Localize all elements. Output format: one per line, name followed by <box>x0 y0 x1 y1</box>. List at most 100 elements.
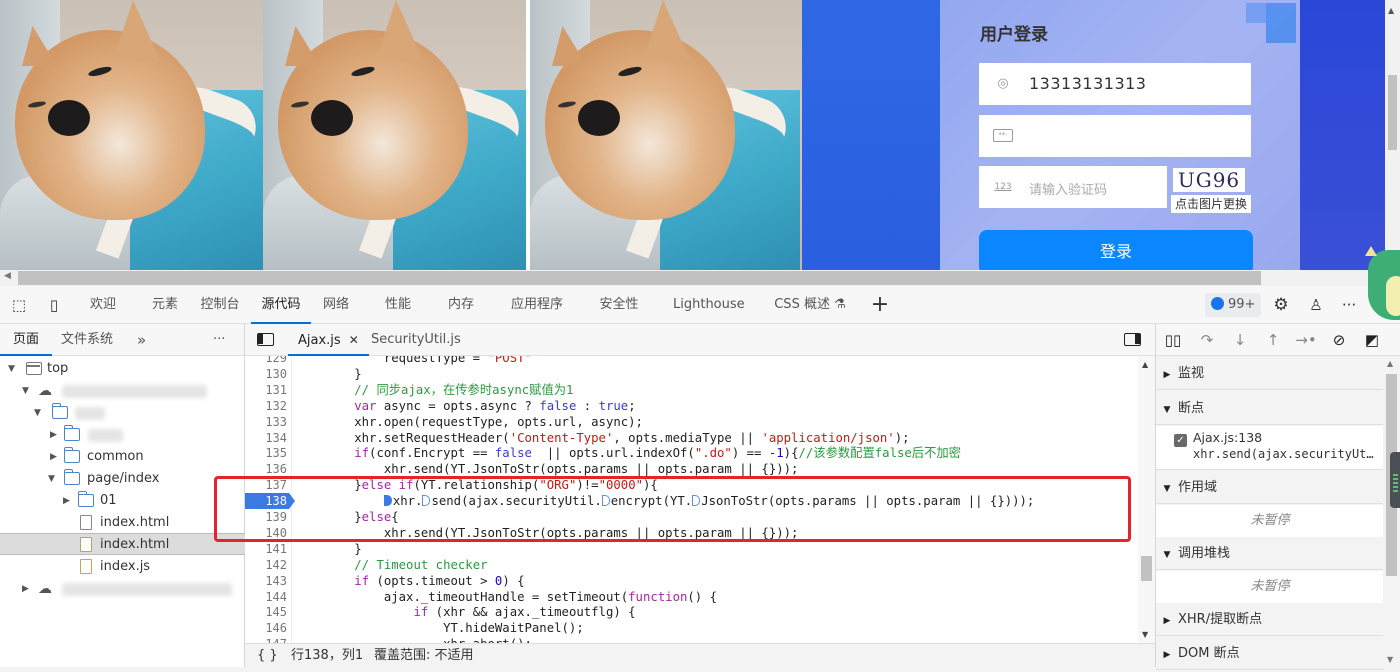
tab-console[interactable]: 控制台 <box>200 286 240 324</box>
scroll-down-icon[interactable]: ▼ <box>1387 655 1393 664</box>
line-number[interactable]: 134 <box>245 430 287 446</box>
code-line[interactable]: 129 requestType = "POST" <box>245 356 1138 366</box>
code-line[interactable]: 140 xhr.send(YT.JsonToStr(opts.params ||… <box>245 525 1138 541</box>
tree-item-top[interactable]: ▼ top <box>0 358 245 380</box>
tab-css-overview[interactable]: CSS 概述 ⚗ <box>774 286 846 324</box>
tab-network[interactable]: 网络 <box>322 286 350 324</box>
section-dom-breakpoints[interactable]: ▶ DOM 断点 <box>1156 637 1384 670</box>
close-tab-icon[interactable]: ✕ <box>349 333 359 347</box>
section-call-stack[interactable]: ▼ 调用堆栈 <box>1156 537 1384 570</box>
code-line[interactable]: 138 xhr. send(ajax.securityUtil. encrypt(Y… <box>245 493 1138 510</box>
tab-application[interactable]: 应用程序 <box>509 286 565 324</box>
tab-page[interactable]: 页面 <box>0 324 53 356</box>
code-line[interactable]: 134 xhr.setRequestHeader('Content-Type',… <box>245 430 1138 446</box>
code-line[interactable]: 144 ajax._timeoutHandle = setTimeout(fun… <box>245 589 1138 605</box>
code-area[interactable]: 129 requestType = "POST" 130 } 131 // 同步aj… <box>245 356 1138 643</box>
code-line[interactable]: 136 xhr.send(YT.JsonToStr(opts.params ||… <box>245 461 1138 477</box>
line-number[interactable]: 135 <box>245 445 287 461</box>
tree-item-common[interactable]: ▶ common <box>0 446 245 468</box>
line-number[interactable]: 145 <box>245 604 287 620</box>
line-number[interactable]: 141 <box>245 541 287 557</box>
tree-item-index-html[interactable]: index.html <box>0 512 245 534</box>
code-line[interactable]: 137 }else if(YT.relationship("ORG")!="00… <box>245 477 1138 493</box>
code-line[interactable]: 147 xhr.abort(); <box>245 636 1138 643</box>
expand-arrow-icon[interactable]: ▼ <box>8 358 15 380</box>
code-line[interactable]: 141 } <box>245 541 1138 557</box>
captcha-refresh-hint[interactable]: 点击图片更换 <box>1171 195 1251 213</box>
line-number[interactable]: 147 <box>245 636 287 643</box>
line-number[interactable]: 137 <box>245 477 287 493</box>
code-line[interactable]: 130 } <box>245 366 1138 382</box>
line-number[interactable]: 133 <box>245 414 287 430</box>
side-widget-handle[interactable] <box>1390 452 1400 508</box>
code-line[interactable]: 135 if(conf.Encrypt == false || opts.url… <box>245 445 1138 461</box>
scroll-left-icon[interactable]: ◀ <box>4 271 11 281</box>
tree-item-01[interactable]: ▶ 01 <box>0 490 245 512</box>
toggle-navigator-icon[interactable] <box>257 333 274 346</box>
line-number[interactable]: 132 <box>245 398 287 414</box>
tab-securityutil-js[interactable]: SecurityUtil.js <box>371 324 461 356</box>
tab-ajax-js[interactable]: Ajax.js ✕ <box>288 324 369 356</box>
tree-item-page-index[interactable]: ▼ page/index <box>0 468 245 490</box>
captcha-field[interactable]: 123 请输入验证码 <box>979 166 1167 208</box>
pause-resume-icon[interactable]: ▯▯ <box>1162 330 1184 350</box>
inline-breakpoint-icon[interactable] <box>692 495 701 507</box>
scrollbar-thumb[interactable] <box>18 271 1261 285</box>
scroll-up-icon[interactable]: ▲ <box>1142 360 1148 369</box>
expand-arrow-icon[interactable]: ▼ <box>22 380 29 402</box>
page-vertical-scrollbar[interactable]: ▲ <box>1385 0 1400 270</box>
breakpoint-line-number[interactable]: 138 <box>245 493 295 510</box>
gear-icon[interactable]: ⚙ <box>1271 295 1291 315</box>
feedback-icon[interactable]: ♙ <box>1306 295 1326 315</box>
navigator-menu-icon[interactable]: ··· <box>213 324 225 356</box>
collapse-arrow-icon[interactable]: ▶ <box>50 424 57 446</box>
device-emulation-icon[interactable]: ▯ <box>44 295 64 315</box>
editor-vertical-scrollbar[interactable]: ▲ ▼ <box>1138 356 1155 643</box>
line-number[interactable]: 144 <box>245 589 287 605</box>
step-out-icon[interactable]: ↑ <box>1262 330 1284 350</box>
page-horizontal-scrollbar[interactable]: ◀ <box>0 270 1400 286</box>
pretty-print-button[interactable]: { } <box>257 644 278 668</box>
section-watch[interactable]: ▶ 监视 <box>1156 357 1384 390</box>
section-scope[interactable]: ▼ 作用域 <box>1156 471 1384 504</box>
code-line[interactable]: 133 xhr.open(requestType, opts.url, asyn… <box>245 414 1138 430</box>
section-breakpoints[interactable]: ▼ 断点 <box>1156 392 1384 425</box>
collapse-arrow-icon[interactable]: ▶ <box>22 578 29 600</box>
expand-arrow-icon[interactable]: ▼ <box>48 468 55 490</box>
pause-on-exceptions-icon[interactable]: ◩ <box>1361 330 1383 350</box>
tab-elements[interactable]: 元素 <box>151 286 179 324</box>
scrollbar-thumb[interactable] <box>1388 75 1397 150</box>
line-number[interactable]: 140 <box>245 525 287 541</box>
username-field[interactable]: ◎ 13313131313 <box>979 63 1251 105</box>
tab-sources[interactable]: 源代码 <box>251 286 311 324</box>
toggle-debugger-icon[interactable] <box>1124 333 1141 346</box>
line-number[interactable]: 143 <box>245 573 287 589</box>
tree-item-folder[interactable]: ▶ <box>0 424 245 446</box>
tab-memory[interactable]: 内存 <box>447 286 475 324</box>
tab-filesystem[interactable]: 文件系统 <box>61 324 113 356</box>
collapse-arrow-icon[interactable]: ▶ <box>50 446 57 468</box>
tree-item-index-html-selected[interactable]: index.html <box>0 533 245 555</box>
code-line[interactable]: 132 var async = opts.async ? false : tru… <box>245 398 1138 414</box>
scrollbar-thumb[interactable] <box>1141 556 1152 581</box>
step-over-icon[interactable]: ↷ <box>1196 330 1218 350</box>
code-line[interactable]: 131 // 同步ajax，在传参时async赋值为1 <box>245 382 1138 398</box>
inline-breakpoint-icon[interactable] <box>383 495 392 507</box>
line-number[interactable]: 129 <box>245 356 287 366</box>
tree-item-folder[interactable]: ▼ <box>0 402 245 424</box>
scroll-down-icon[interactable]: ▼ <box>1142 630 1148 639</box>
breakpoint-item[interactable]: ✓ Ajax.js:138 xhr.send(ajax.securityUt… <box>1156 426 1384 470</box>
breakpoint-checkbox[interactable]: ✓ <box>1174 434 1187 447</box>
more-options-icon[interactable]: ··· <box>1339 295 1359 315</box>
tab-performance[interactable]: 性能 <box>384 286 412 324</box>
login-button[interactable]: 登录 <box>979 230 1253 270</box>
line-number[interactable]: 139 <box>245 509 287 525</box>
code-line[interactable]: 143 if (opts.timeout > 0) { <box>245 573 1138 589</box>
deactivate-breakpoints-icon[interactable]: ⊘ <box>1328 330 1350 350</box>
inline-breakpoint-icon[interactable] <box>422 495 431 507</box>
debugger-vertical-scrollbar[interactable]: ▲ ▼ <box>1383 356 1400 667</box>
inspect-element-icon[interactable]: ⬚ <box>9 295 29 315</box>
expand-arrow-icon[interactable]: ▼ <box>34 402 41 424</box>
tab-security[interactable]: 安全性 <box>598 286 640 324</box>
more-tabs-icon[interactable]: » <box>137 324 146 356</box>
